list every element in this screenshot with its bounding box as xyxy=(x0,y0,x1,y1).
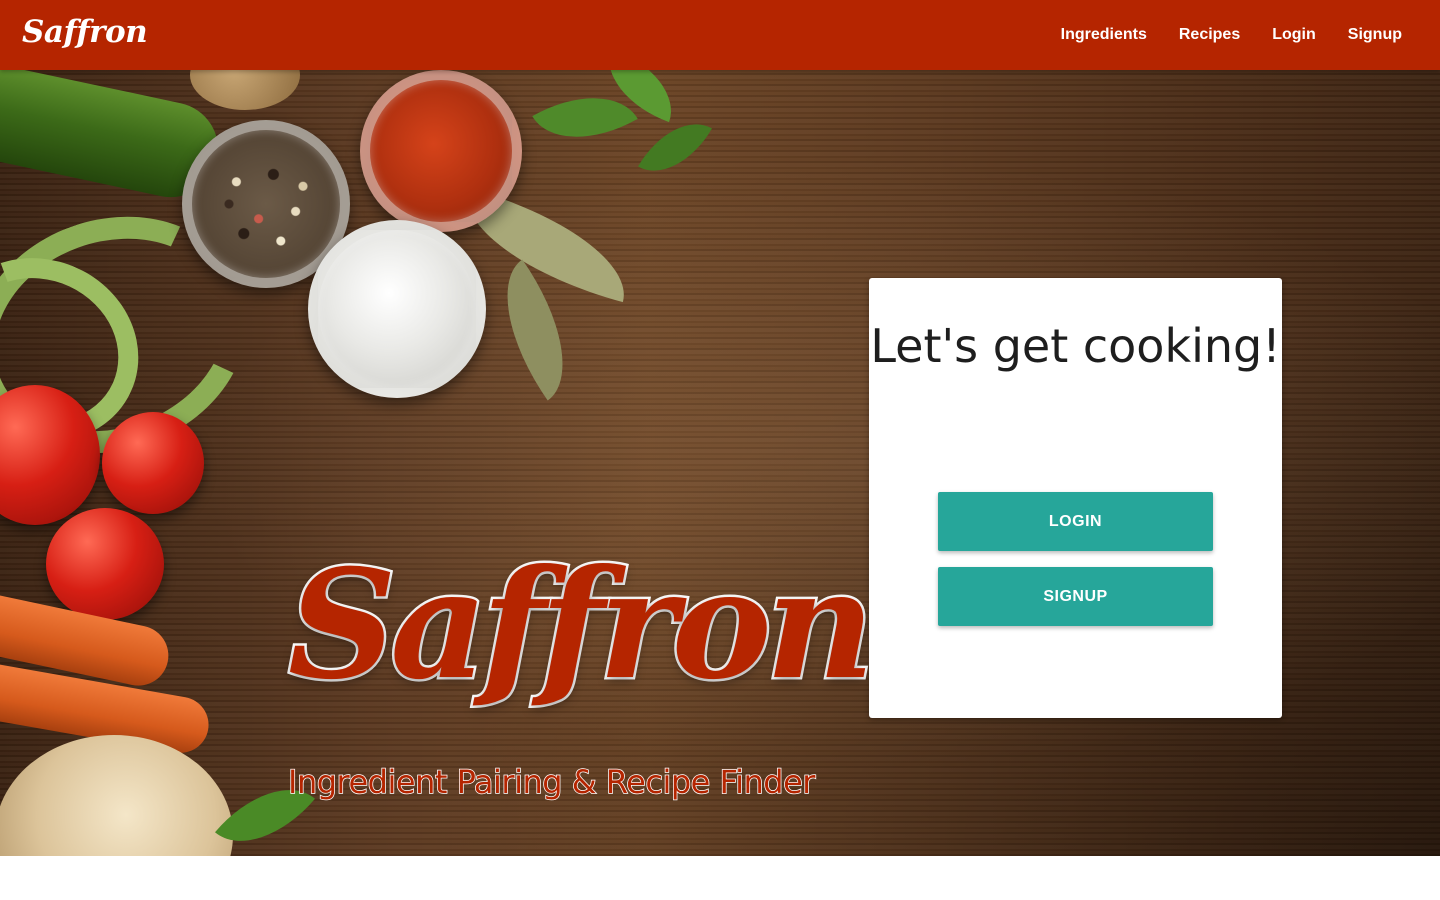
hero-subtitle: Ingredient Pairing & Recipe Finder xyxy=(287,762,816,802)
navbar: Saffron Ingredients Recipes Login Signup xyxy=(0,0,1440,70)
salt-jar-image xyxy=(308,220,486,398)
card-heading: Let's get cooking! xyxy=(870,319,1281,373)
brand-logo[interactable]: Saffron xyxy=(22,12,148,52)
hero-title: Saffron xyxy=(286,537,878,713)
auth-card: Let's get cooking! LOGIN SIGNUP xyxy=(869,278,1282,718)
tomato-image xyxy=(102,412,204,514)
signup-button[interactable]: SIGNUP xyxy=(938,567,1213,626)
login-button[interactable]: LOGIN xyxy=(938,492,1213,551)
nav-link-signup[interactable]: Signup xyxy=(1332,0,1418,70)
tomato-image xyxy=(46,508,164,620)
hero-section: Saffron Ingredient Pairing & Recipe Find… xyxy=(0,70,1440,856)
nav-link-ingredients[interactable]: Ingredients xyxy=(1045,0,1163,70)
paprika-jar-image xyxy=(360,70,522,232)
nav-links: Ingredients Recipes Login Signup xyxy=(1045,0,1418,70)
nav-link-login[interactable]: Login xyxy=(1256,0,1332,70)
nav-link-recipes[interactable]: Recipes xyxy=(1163,0,1256,70)
